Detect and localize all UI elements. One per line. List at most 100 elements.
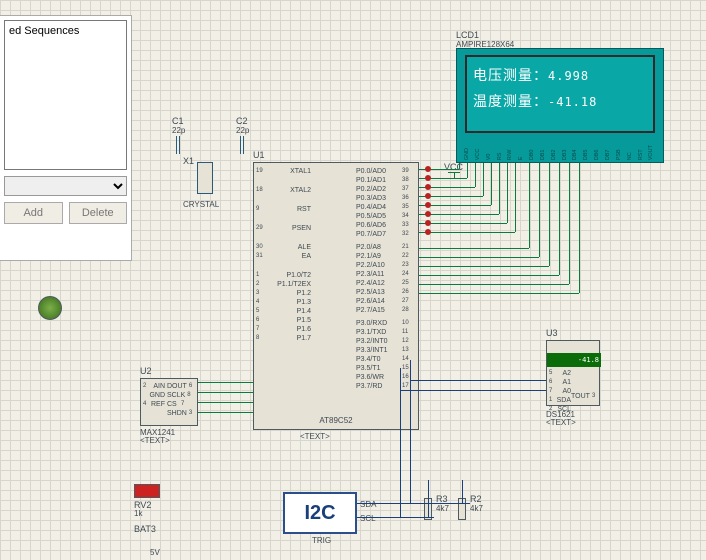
- mcu-pin: P0.2/AD237: [356, 185, 416, 194]
- wire: [419, 223, 507, 224]
- sequences-dropdown[interactable]: [4, 176, 127, 196]
- lcd-pin-row: GNDVCCV0RSR/WEDB0DB1DB2DB3DB4DB5DB6DB7PS…: [465, 145, 655, 160]
- mcu-pin: 5P1.4: [256, 307, 311, 316]
- lcd-pin: RS: [498, 145, 504, 160]
- probe-point[interactable]: [425, 184, 431, 190]
- r2-val: 4k7: [470, 504, 483, 513]
- u3-pin: 5A2: [549, 369, 571, 378]
- rv2-val: 1k: [134, 509, 142, 518]
- wire: [507, 163, 508, 223]
- lcd-pin: PSB: [617, 145, 623, 160]
- i2c-scl: SCL: [360, 514, 376, 523]
- wire: [459, 163, 460, 169]
- lcd-pin: VCC: [476, 145, 482, 160]
- mcu-pin: P2.7/A1528: [356, 306, 416, 315]
- c1-ref: C1: [172, 116, 184, 126]
- c1-val: 22p: [172, 126, 185, 135]
- mcu-u1[interactable]: 19XTAL118XTAL29RST29PSEN30ALE31EA1P1.0/T…: [253, 162, 419, 430]
- lcd-pin: V0: [487, 145, 493, 160]
- probe-point[interactable]: [425, 175, 431, 181]
- u2-pin: GND: [143, 391, 165, 400]
- lcd-pin: VOUT: [649, 145, 655, 160]
- wire: [569, 163, 570, 284]
- mcu-pin: P0.3/AD336: [356, 194, 416, 203]
- mcu-pin: P2.0/A821: [356, 243, 416, 252]
- lcd-line2-value: -41.18: [548, 95, 597, 109]
- mcu-pin: P0.0/AD039: [356, 167, 416, 176]
- lcd-pin: DB7: [606, 145, 612, 160]
- probe-point[interactable]: [425, 166, 431, 172]
- wire: [400, 503, 470, 504]
- wire: [419, 232, 515, 233]
- probe-point[interactable]: [425, 202, 431, 208]
- c2-ref: C2: [236, 116, 248, 126]
- i2c-trig: TRIG: [312, 536, 331, 545]
- wire: [419, 266, 549, 267]
- bat3-val: 5V: [150, 548, 160, 557]
- wire: [419, 293, 579, 294]
- crystal-x1[interactable]: [197, 162, 213, 194]
- u2-pin: DOUT6: [167, 382, 195, 391]
- sequences-box: ed Sequences: [4, 20, 127, 170]
- lcd-pin: DB6: [595, 145, 601, 160]
- mcu-pin: 19XTAL1: [256, 167, 311, 176]
- wire: [499, 163, 500, 214]
- wire: [419, 257, 539, 258]
- u3-tout: TOUT: [571, 392, 590, 401]
- probe-point[interactable]: [425, 220, 431, 226]
- lcd-module[interactable]: 电压测量：4.998 温度测量：-41.18 GNDVCCV0RSR/WEDB0…: [456, 48, 664, 163]
- wire: [539, 163, 540, 257]
- u3-reading: -41.8: [578, 356, 599, 364]
- adc-u2[interactable]: 2AINGND4REF DOUT6SCLK8CS7SHDN3: [140, 378, 198, 426]
- wire: [559, 163, 560, 275]
- mcu-pin: 4P1.3: [256, 298, 311, 307]
- i2c-debugger[interactable]: I2C: [283, 492, 357, 534]
- wire: [475, 163, 476, 187]
- probe-point[interactable]: [425, 193, 431, 199]
- i2c-label: I2C: [304, 502, 335, 525]
- lcd-screen: 电压测量：4.998 温度测量：-41.18: [465, 55, 655, 133]
- lcd-pin: DB5: [584, 145, 590, 160]
- tempsensor-u3[interactable]: -41.8 5A26A17A01SDA2SCL TOUT3: [546, 340, 600, 406]
- mcu-pin: 29PSEN: [256, 224, 311, 233]
- mcu-pin: P2.3/A1124: [356, 270, 416, 279]
- cap-c2[interactable]: [240, 136, 244, 154]
- delete-button[interactable]: Delete: [69, 202, 128, 224]
- wire: [419, 214, 499, 215]
- bat3-ref: BAT3: [134, 524, 156, 534]
- u2-pin: 2AIN: [143, 382, 165, 391]
- mcu-pin: 2P1.1/T2EX: [256, 280, 311, 289]
- cap-c1[interactable]: [176, 136, 180, 154]
- wire: [198, 402, 253, 403]
- wire: [579, 163, 580, 293]
- u3-pin: 6A1: [549, 378, 571, 387]
- probe-icon[interactable]: [38, 296, 62, 320]
- wire: [419, 284, 569, 285]
- mcu-pin: P3.1/TXD11: [356, 328, 416, 337]
- mcu-pin: 3P1.2: [256, 289, 311, 298]
- lcd-pin: NC: [628, 145, 634, 160]
- lcd-line2-label: 温度测量：: [473, 95, 548, 110]
- lcd-pin: E: [519, 145, 525, 160]
- u3-pin: 1SDA: [549, 396, 571, 405]
- lcd-pin: GND: [465, 145, 471, 160]
- mcu-pin: P0.6/AD633: [356, 221, 416, 230]
- mcu-pin: P2.2/A1023: [356, 261, 416, 270]
- u3-ref: U3: [546, 328, 558, 338]
- pot-rv2[interactable]: [134, 484, 160, 498]
- wire: [529, 163, 530, 248]
- u1-text: <TEXT>: [300, 432, 330, 441]
- mcu-pin: P2.4/A1225: [356, 279, 416, 288]
- add-button[interactable]: Add: [4, 202, 63, 224]
- lcd-pin: DB2: [552, 145, 558, 160]
- mcu-pin: P3.4/T014: [356, 355, 416, 364]
- wire: [198, 392, 253, 393]
- wire: [467, 163, 468, 178]
- u1-ref: U1: [253, 150, 265, 160]
- wire: [483, 163, 484, 196]
- probe-point[interactable]: [425, 211, 431, 217]
- u3-text: <TEXT>: [546, 418, 576, 427]
- mcu-pin: 7P1.6: [256, 325, 311, 334]
- probe-point[interactable]: [425, 229, 431, 235]
- mcu-pin: P0.1/AD138: [356, 176, 416, 185]
